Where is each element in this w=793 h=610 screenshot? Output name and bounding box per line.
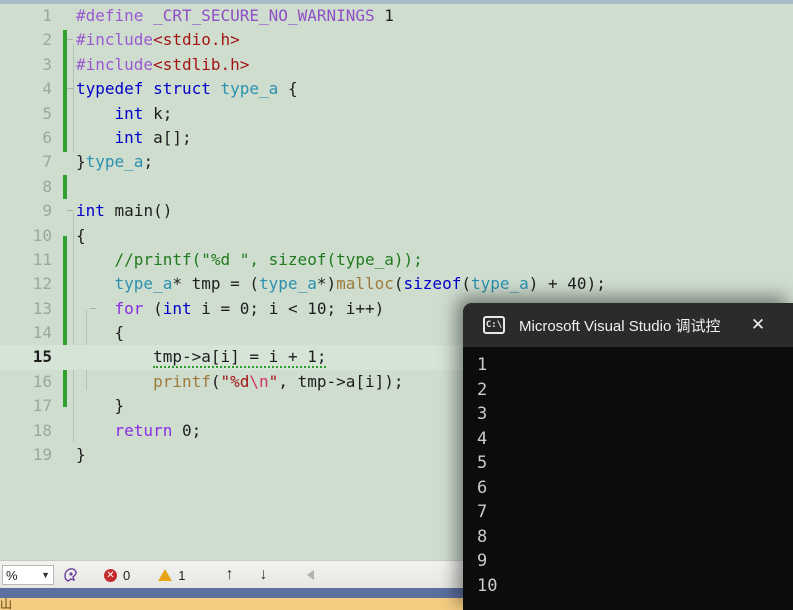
chevron-down-icon: ▼ — [41, 570, 50, 580]
debug-console-window[interactable]: C:\ Microsoft Visual Studio 调试控 ✕ 1 2 3 … — [463, 303, 793, 610]
outline-marker[interactable]: − — [63, 199, 77, 223]
line-number: 16 — [32, 371, 52, 391]
line-number: 3 — [42, 54, 52, 74]
command-prompt-icon: C:\ — [483, 316, 505, 334]
spell-check-icon[interactable] — [62, 566, 80, 584]
warning-icon — [158, 569, 173, 581]
outline-marker[interactable] — [63, 248, 77, 272]
outline-marker[interactable]: − — [63, 28, 77, 52]
code-text: { — [114, 323, 125, 343]
chevron-left-icon — [307, 570, 315, 580]
close-icon[interactable]: ✕ — [743, 303, 773, 347]
code-line[interactable]: 12 type_a* tmp = (type_a*)malloc(sizeof(… — [0, 272, 793, 296]
line-number: 4 — [42, 79, 52, 99]
line-number: 14 — [32, 323, 52, 343]
console-window-title: Microsoft Visual Studio 调试控 — [519, 317, 721, 335]
outline-marker[interactable] — [63, 102, 77, 126]
code-text: #include<stdio.h> — [76, 30, 240, 50]
line-number: 6 — [42, 127, 52, 147]
code-text: { — [76, 225, 86, 245]
code-line[interactable]: 7 }type_a; — [0, 150, 793, 174]
console-output-line: 9 — [477, 551, 488, 571]
line-number: 13 — [32, 298, 52, 318]
line-number: 8 — [42, 176, 52, 196]
outline-marker[interactable] — [63, 394, 77, 418]
code-line[interactable]: 2 − #include<stdio.h> — [0, 28, 793, 52]
code-line[interactable]: 5 int k; — [0, 102, 793, 126]
code-text: for (int i = 0; i < 10; i++) — [114, 298, 385, 318]
outline-marker[interactable] — [63, 150, 77, 174]
warning-status-group[interactable]: 1 — [158, 568, 185, 583]
code-line[interactable]: 10 { — [0, 224, 793, 248]
next-item-button[interactable]: ↓ — [259, 566, 267, 584]
outline-marker[interactable] — [63, 224, 77, 248]
code-text: int a[]; — [114, 127, 192, 147]
console-output-line: 4 — [477, 428, 488, 449]
outline-marker[interactable] — [63, 272, 77, 296]
line-number: 1 — [42, 6, 52, 25]
outline-marker[interactable] — [63, 126, 77, 150]
line-number: 18 — [32, 420, 52, 440]
zoom-level-dropdown[interactable]: % ▼ — [2, 565, 54, 585]
console-output-line: 6 — [477, 477, 488, 498]
error-icon: ✕ — [104, 568, 117, 582]
code-text: }type_a; — [76, 152, 154, 172]
line-number-current: 15 — [32, 347, 52, 367]
line-number: 19 — [32, 445, 52, 465]
code-line[interactable]: 6 int a[]; — [0, 126, 793, 150]
bottom-bar-text: 山 — [0, 598, 13, 610]
code-line[interactable]: 9 − int main() — [0, 199, 793, 223]
code-text: } — [76, 445, 86, 465]
error-status-group[interactable]: ✕ 0 — [104, 568, 130, 583]
code-line[interactable]: 4 − typedef struct type_a { — [0, 77, 793, 101]
line-number: 7 — [42, 152, 52, 172]
outline-marker[interactable] — [63, 175, 77, 199]
warning-count: 1 — [178, 567, 186, 583]
collapse-panel-button[interactable] — [307, 570, 315, 580]
code-line[interactable]: 3 #include<stdlib.h> — [0, 53, 793, 77]
previous-item-button[interactable]: ↑ — [225, 566, 233, 584]
error-count: 0 — [123, 567, 131, 583]
outline-marker[interactable] — [63, 443, 77, 467]
line-number: 17 — [32, 396, 52, 416]
line-number: 11 — [32, 249, 52, 269]
zoom-level-value: % — [6, 567, 18, 583]
code-text: #include<stdlib.h> — [76, 54, 250, 74]
console-output-line: 3 — [477, 404, 488, 424]
console-output-line: 1 — [477, 355, 488, 375]
line-number: 5 — [42, 103, 52, 123]
console-output-line: 7 — [477, 502, 488, 522]
code-text: int k; — [114, 103, 173, 123]
outline-marker[interactable] — [63, 345, 77, 369]
code-text: int main() — [76, 201, 173, 221]
code-text: typedef struct type_a { — [76, 79, 298, 99]
console-output-line: 10 — [477, 575, 498, 596]
line-number: 2 — [42, 30, 52, 50]
outline-marker[interactable] — [63, 419, 77, 443]
code-line[interactable]: 8 — [0, 175, 793, 199]
code-text: tmp->a[i] = i + 1; — [153, 347, 327, 369]
code-text: //printf("%d ", sizeof(type_a)); — [76, 249, 423, 269]
outline-marker[interactable] — [63, 53, 77, 77]
line-number: 12 — [32, 274, 52, 294]
code-text: return 0; — [114, 420, 202, 440]
console-output-line: 5 — [477, 453, 488, 473]
console-output-line: 8 — [477, 526, 488, 547]
console-output-line: 2 — [477, 379, 488, 400]
code-text: #define _CRT_SECURE_NO_WARNINGS 1 — [76, 6, 394, 25]
outline-marker[interactable] — [63, 4, 77, 28]
line-number: 9 — [42, 201, 52, 221]
outline-marker[interactable] — [63, 321, 77, 345]
line-number: 10 — [32, 225, 52, 245]
code-text: printf("%d\n", tmp->a[i]); — [153, 371, 404, 391]
code-line[interactable]: 11 //printf("%d ", sizeof(type_a)); — [0, 248, 793, 272]
console-title-bar[interactable]: C:\ Microsoft Visual Studio 调试控 ✕ — [463, 303, 793, 347]
outline-marker[interactable] — [63, 370, 77, 394]
code-text: } — [114, 396, 125, 416]
code-text: type_a* tmp = (type_a*)malloc(sizeof(typ… — [114, 274, 606, 294]
code-line[interactable]: 1 #define _CRT_SECURE_NO_WARNINGS 1 — [0, 4, 793, 28]
console-output: 1 2 3 4 5 6 7 8 9 10 — [463, 347, 793, 598]
outline-marker[interactable]: − — [63, 77, 77, 101]
